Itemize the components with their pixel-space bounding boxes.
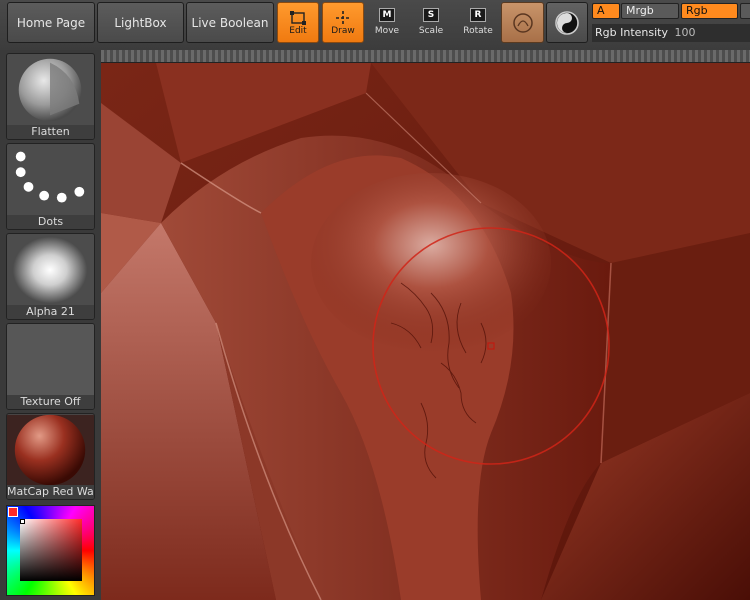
color-square[interactable]	[20, 519, 82, 581]
matcap-sphere-icon	[7, 414, 94, 487]
channel-a-label: A	[597, 4, 605, 17]
draw-icon	[336, 10, 350, 25]
rgb-intensity-value: 100	[674, 26, 696, 39]
color-picker[interactable]	[6, 505, 95, 596]
texture-label: Texture Off	[7, 395, 94, 409]
rgb-intensity-label: Rgb Intensity	[595, 26, 668, 39]
channel-a-toggle[interactable]: A	[592, 3, 620, 19]
mrgb-label: Mrgb	[626, 4, 654, 17]
alpha-selector[interactable]: Alpha 21	[6, 233, 95, 320]
zadd-toggle[interactable]	[740, 3, 750, 19]
texture-selector[interactable]: Texture Off	[6, 323, 95, 410]
stroke-label: Dots	[7, 215, 94, 229]
brush-label: Flatten	[7, 125, 94, 139]
symmetry-button[interactable]	[546, 2, 588, 43]
scale-label: Scale	[418, 26, 444, 36]
material-sphere-icon	[512, 12, 533, 33]
move-icon: M	[379, 8, 395, 22]
rgb-label: Rgb	[686, 4, 708, 17]
draw-label: Draw	[331, 25, 355, 36]
viewport-canvas[interactable]	[101, 63, 750, 600]
texture-preview	[7, 324, 94, 395]
dots-stroke-icon	[15, 151, 85, 203]
rgb-intensity-slider[interactable]: Rgb Intensity 100	[592, 24, 750, 42]
stroke-selector[interactable]: Dots	[6, 143, 95, 230]
top-toolbar: Home Page LightBox Live Boolean Edit Dra…	[0, 0, 750, 50]
move-label: Move	[374, 26, 400, 36]
rgb-toggle[interactable]: Rgb	[681, 3, 738, 19]
mrgb-toggle[interactable]: Mrgb	[621, 3, 679, 19]
draw-button[interactable]: Draw	[322, 2, 364, 43]
edit-button[interactable]: Edit	[277, 2, 319, 43]
lightbox-label: LightBox	[114, 15, 167, 30]
live-boolean-label: Live Boolean	[191, 15, 269, 30]
brush-selector[interactable]: Flatten	[6, 53, 95, 140]
material-label: MatCap Red Wax	[7, 485, 95, 499]
material-selector[interactable]: MatCap Red Wax	[6, 413, 95, 500]
lightbox-button[interactable]: LightBox	[97, 2, 184, 43]
color-cursor[interactable]	[20, 519, 25, 524]
live-boolean-button[interactable]: Live Boolean	[186, 2, 274, 43]
move-button[interactable]: M Move	[365, 8, 409, 40]
canvas-ruler	[101, 50, 750, 63]
sculpt-model	[101, 63, 750, 600]
scale-button[interactable]: S Scale	[409, 8, 453, 40]
edit-label: Edit	[289, 25, 307, 36]
alpha-texture-icon	[7, 234, 94, 307]
home-page-label: Home Page	[16, 15, 86, 30]
flatten-brush-icon	[18, 58, 82, 122]
alpha-label: Alpha 21	[7, 305, 94, 319]
rotate-label: Rotate	[463, 26, 493, 36]
scale-icon: S	[423, 8, 439, 22]
rotate-button[interactable]: R Rotate	[456, 8, 500, 40]
rotate-icon: R	[470, 8, 486, 22]
current-color-swatch	[8, 507, 18, 517]
material-mode-button[interactable]	[501, 2, 544, 43]
home-page-button[interactable]: Home Page	[7, 2, 95, 43]
symmetry-icon	[555, 10, 579, 35]
edit-icon	[290, 10, 306, 25]
